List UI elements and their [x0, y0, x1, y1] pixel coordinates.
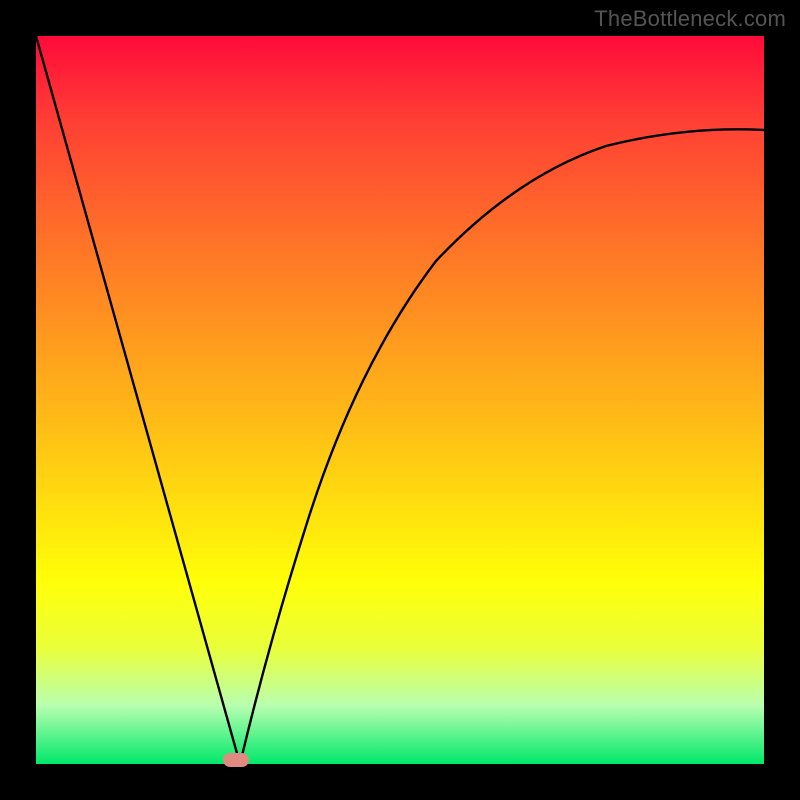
- bottleneck-curve: [36, 36, 764, 764]
- plot-area: [36, 36, 764, 764]
- optimal-marker: [223, 753, 249, 767]
- curve-right-branch: [240, 129, 764, 764]
- chart-frame: TheBottleneck.com: [0, 0, 800, 800]
- curve-left-branch: [36, 36, 240, 764]
- watermark-text: TheBottleneck.com: [594, 6, 786, 32]
